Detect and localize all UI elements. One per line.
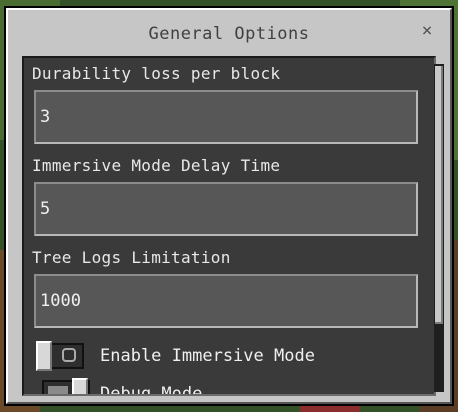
options-scroll-panel: Durability loss per block 3 Immersive Mo… <box>22 56 436 396</box>
tree-logs-limit-input[interactable]: 1000 <box>34 274 418 328</box>
durability-loss-label: Durability loss per block <box>32 64 281 83</box>
toggle-knob <box>36 341 52 371</box>
close-icon[interactable]: × <box>418 22 436 40</box>
scrollbar-thumb[interactable] <box>435 66 443 324</box>
immersive-delay-input[interactable]: 5 <box>34 182 418 236</box>
toggle-off-icon <box>62 348 76 362</box>
immersive-mode-toggle[interactable] <box>36 341 84 371</box>
immersive-mode-label: Enable Immersive Mode <box>100 346 315 366</box>
tree-logs-limit-label: Tree Logs Limitation <box>32 248 231 267</box>
options-scrollbar[interactable] <box>434 64 444 392</box>
general-options-dialog: General Options × Durability loss per bl… <box>6 8 452 404</box>
toggle-on-bar <box>48 386 68 394</box>
debug-mode-toggle[interactable] <box>42 378 90 394</box>
immersive-delay-label: Immersive Mode Delay Time <box>32 156 281 175</box>
dialog-title: General Options <box>148 24 310 44</box>
debug-mode-label: Debug Mode <box>100 384 203 396</box>
durability-loss-input[interactable]: 3 <box>34 90 418 144</box>
toggle-knob <box>72 378 88 394</box>
